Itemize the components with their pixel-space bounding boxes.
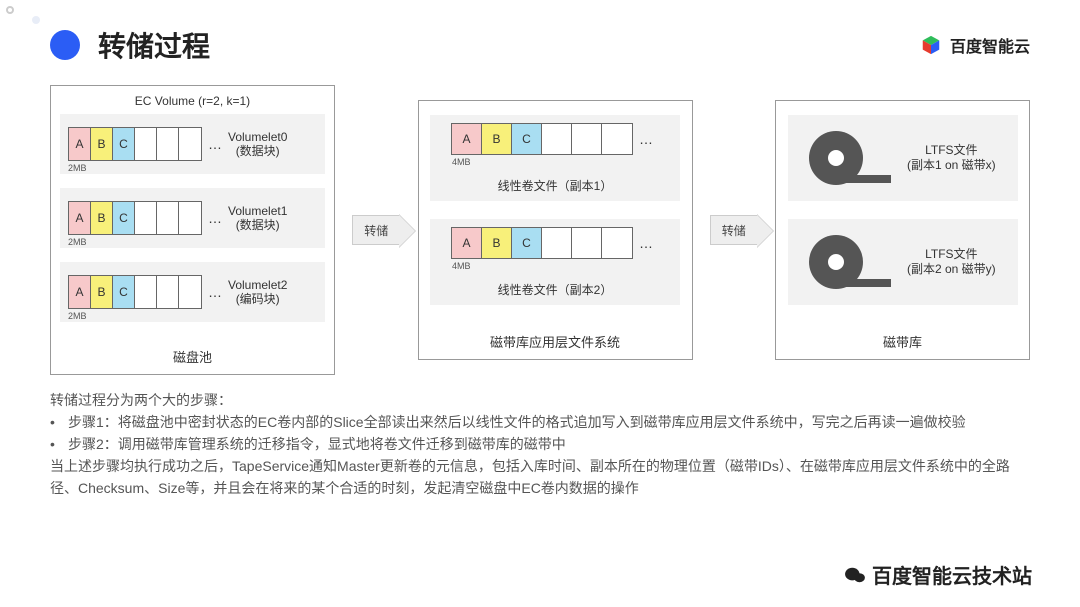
volumelet-label: Volumelet1(数据块)	[228, 204, 287, 232]
panel-tape-library: LTFS文件(副本1 on 磁带x) LTFS文件(副本2 on 磁带y) 磁带…	[775, 100, 1030, 360]
block-cell	[572, 124, 602, 154]
block-cell: A	[69, 276, 91, 308]
ellipsis-icon: …	[639, 131, 653, 147]
block-cell	[542, 228, 572, 258]
desc-line: 转储过程分为两个大的步骤：	[50, 389, 1030, 411]
block-row: A B C	[68, 127, 202, 161]
block-cell: B	[91, 202, 113, 234]
ellipsis-icon: …	[208, 284, 222, 300]
tape-row: LTFS文件(副本1 on 磁带x)	[788, 115, 1018, 201]
block-cell	[157, 276, 179, 308]
ellipsis-icon: …	[208, 210, 222, 226]
block-cell: B	[91, 128, 113, 160]
diagram: EC Volume (r=2, k=1) A B C … Volumelet0(…	[0, 85, 1080, 375]
block-cell	[179, 276, 201, 308]
block-cell: A	[69, 202, 91, 234]
block-size: 4MB	[452, 157, 471, 167]
block-row: A B C	[68, 201, 202, 235]
watermark: 百度智能云技术站	[844, 560, 1032, 589]
block-cell: B	[91, 276, 113, 308]
header: 转储过程 百度智能云	[0, 0, 1080, 80]
volumelet-label: Volumelet0(数据块)	[228, 130, 287, 158]
block-cell: C	[512, 124, 542, 154]
panel-footer: 磁盘池	[173, 347, 212, 370]
block-cell	[157, 202, 179, 234]
block-cell	[602, 124, 632, 154]
panel-tape-fs: A B C … 4MB 线性卷文件（副本1） A B C	[418, 100, 693, 360]
description-text: 转储过程分为两个大的步骤： •步骤1：将磁盘池中密封状态的EC卷内部的Slice…	[0, 375, 1080, 499]
wechat-icon	[844, 566, 866, 584]
slide-bullet-icon	[50, 30, 80, 60]
brand-logo: 百度智能云	[920, 33, 1030, 57]
block-cell	[179, 202, 201, 234]
linear-file-row: A B C … 4MB 线性卷文件（副本1）	[430, 115, 680, 201]
arrow-icon: 转储	[352, 215, 400, 245]
tape-reel-icon	[809, 131, 863, 185]
desc-line: 步骤2：调用磁带库管理系统的迁移指令，显式地将卷文件迁移到磁带库的磁带中	[68, 433, 566, 455]
tape-reel-icon	[809, 235, 863, 289]
block-cell: B	[482, 228, 512, 258]
block-cell: C	[512, 228, 542, 258]
block-row: A B C	[451, 123, 633, 155]
tape-row: LTFS文件(副本2 on 磁带y)	[788, 219, 1018, 305]
volumelet-label: Volumelet2(编码块)	[228, 278, 287, 306]
ellipsis-icon: …	[639, 235, 653, 251]
desc-line: 当上述步骤均执行成功之后，TapeService通知Master更新卷的元信息，…	[50, 455, 1030, 499]
linear-file-row: A B C … 4MB 线性卷文件（副本2）	[430, 219, 680, 305]
block-cell: C	[113, 128, 135, 160]
panel-footer: 磁带库应用层文件系统	[490, 332, 620, 355]
ellipsis-icon: …	[208, 136, 222, 152]
block-cell	[135, 202, 157, 234]
block-cell	[602, 228, 632, 258]
panel-disk-pool: EC Volume (r=2, k=1) A B C … Volumelet0(…	[50, 85, 335, 375]
slide-title: 转储过程	[98, 25, 210, 65]
block-row: A B C	[68, 275, 202, 309]
arrow-icon: 转储	[710, 215, 758, 245]
pager-indicator	[6, 6, 14, 14]
cube-icon	[920, 34, 942, 56]
ltfs-label: LTFS文件(副本2 on 磁带y)	[907, 247, 996, 277]
ec-volume-title: EC Volume (r=2, k=1)	[135, 94, 250, 108]
block-cell: A	[452, 228, 482, 258]
ltfs-label: LTFS文件(副本1 on 磁带x)	[907, 143, 996, 173]
linear-file-label: 线性卷文件（副本1）	[498, 177, 613, 194]
block-size: 4MB	[452, 261, 471, 271]
block-cell: A	[69, 128, 91, 160]
linear-file-label: 线性卷文件（副本2）	[498, 281, 613, 298]
volumelet-row: A B C … Volumelet1(数据块) 2MB	[60, 188, 325, 248]
block-cell	[572, 228, 602, 258]
brand-name: 百度智能云	[950, 33, 1030, 57]
block-cell	[135, 276, 157, 308]
block-cell: A	[452, 124, 482, 154]
block-size: 2MB	[68, 237, 87, 247]
block-cell	[157, 128, 179, 160]
block-cell: B	[482, 124, 512, 154]
block-cell	[135, 128, 157, 160]
block-size: 2MB	[68, 311, 87, 321]
block-row: A B C	[451, 227, 633, 259]
block-cell	[179, 128, 201, 160]
volumelet-row: A B C … Volumelet0(数据块) 2MB	[60, 114, 325, 174]
block-size: 2MB	[68, 163, 87, 173]
block-cell: C	[113, 202, 135, 234]
block-cell: C	[113, 276, 135, 308]
watermark-text: 百度智能云技术站	[872, 560, 1032, 589]
panel-footer: 磁带库	[883, 332, 922, 355]
desc-line: 步骤1：将磁盘池中密封状态的EC卷内部的Slice全部读出来然后以线性文件的格式…	[68, 411, 966, 433]
block-cell	[542, 124, 572, 154]
volumelet-row: A B C … Volumelet2(编码块) 2MB	[60, 262, 325, 322]
